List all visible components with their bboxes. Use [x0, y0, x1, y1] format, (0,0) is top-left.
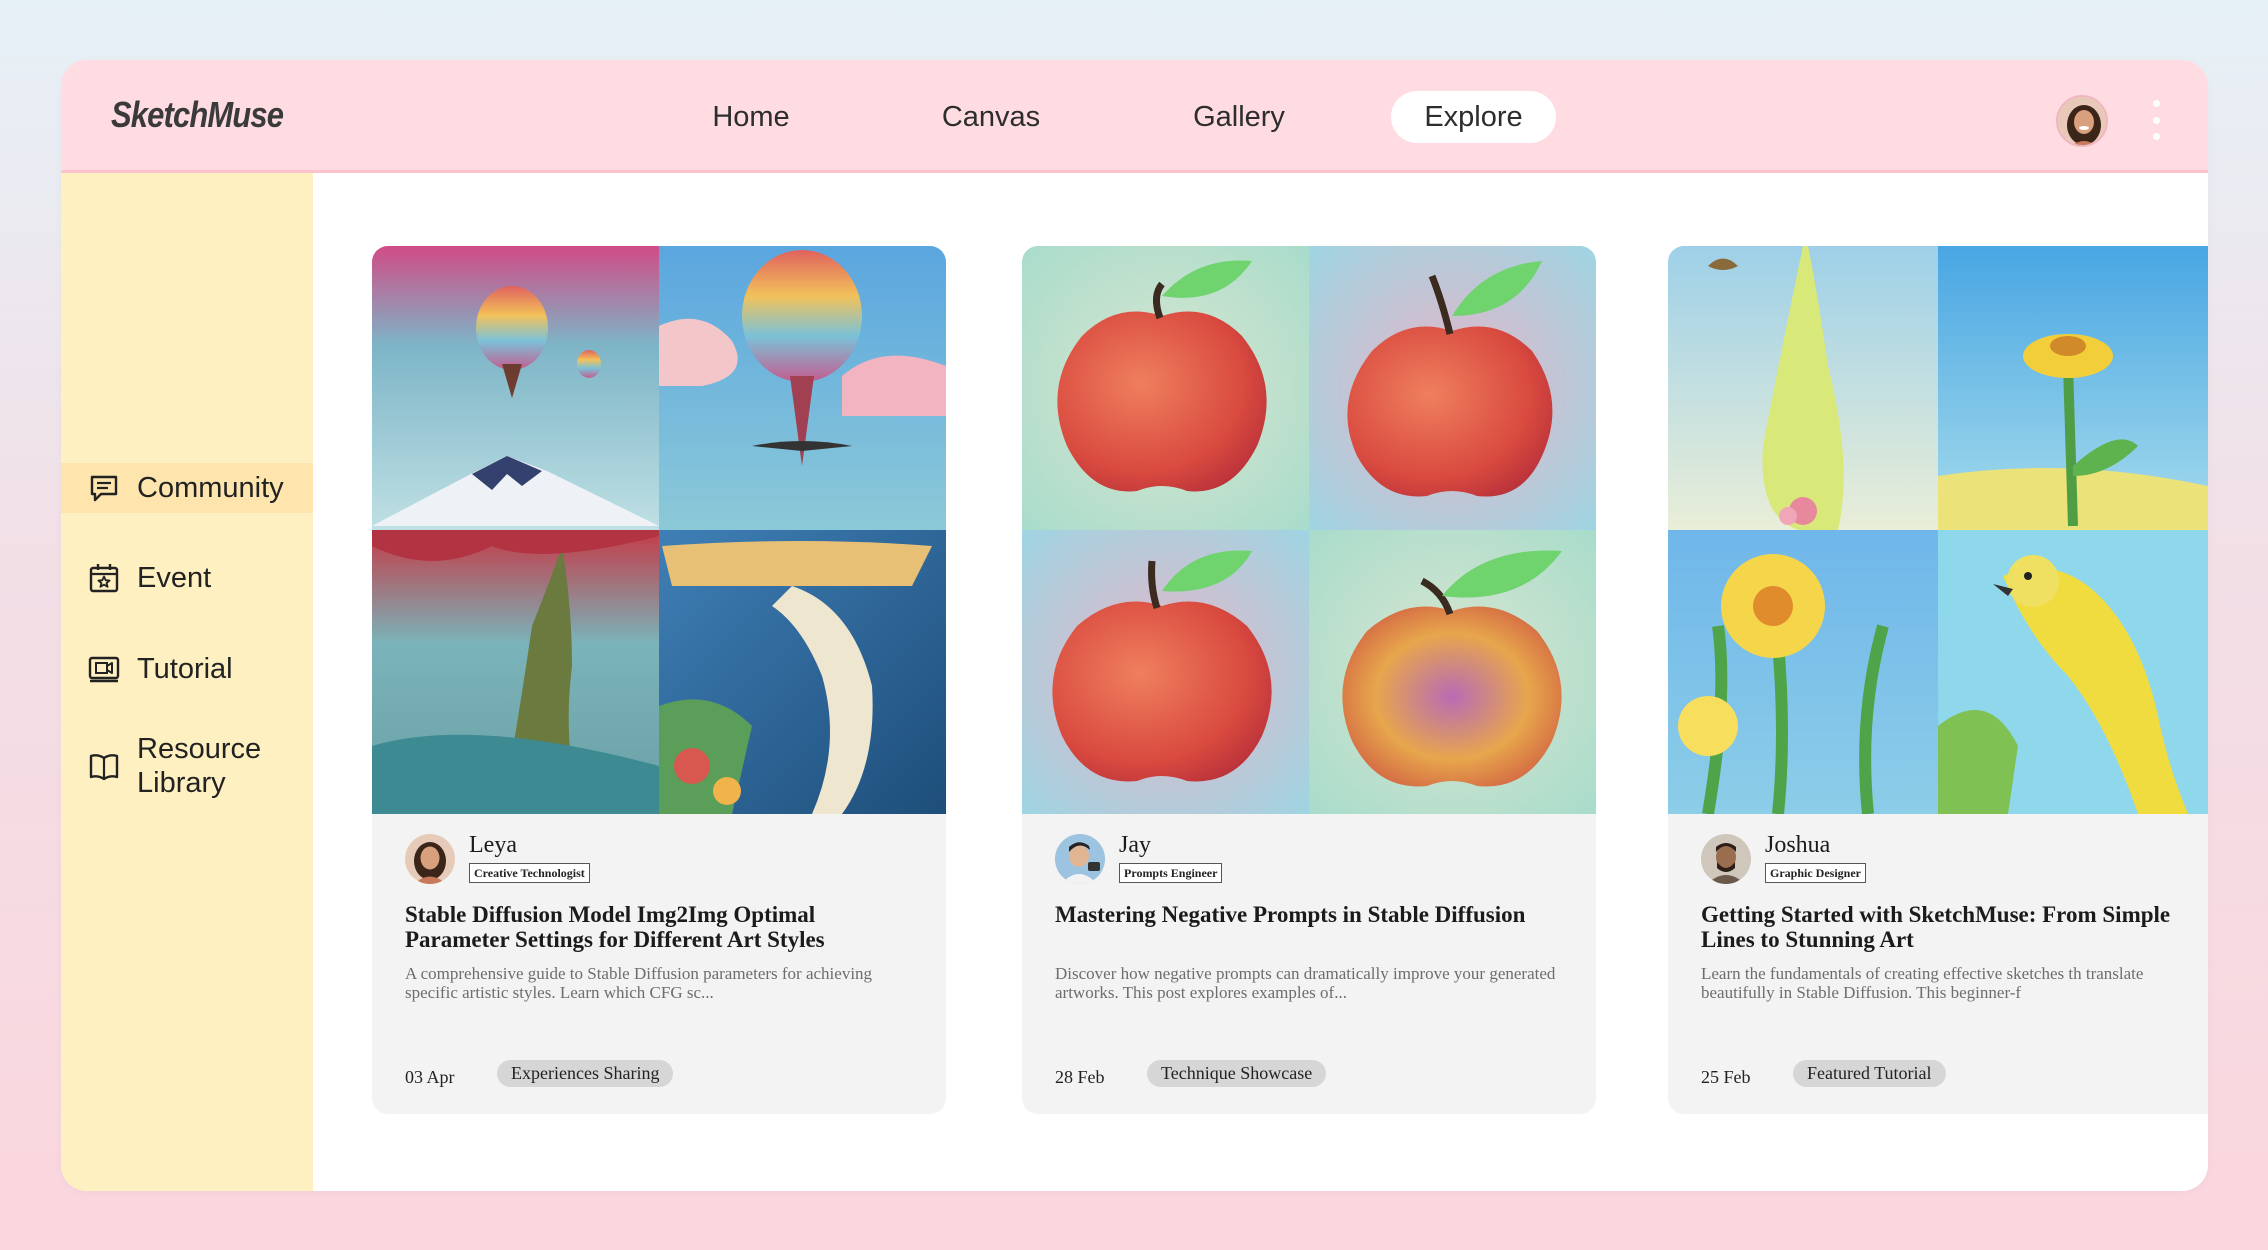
author-avatar[interactable] [1701, 834, 1751, 884]
sidebar-item-community[interactable]: Community [61, 463, 313, 513]
sidebar-item-label: Resource Library [137, 732, 261, 800]
nav-canvas[interactable]: Canvas [931, 91, 1051, 143]
sidebar-label-line: Resource [137, 733, 262, 765]
nav-home[interactable]: Home [701, 91, 801, 143]
post-title[interactable]: Mastering Negative Prompts in Stable Dif… [1055, 902, 1575, 927]
sidebar-item-label: Community [137, 472, 284, 504]
sidebar: Community Event Tutorial Resource Librar… [61, 173, 313, 1191]
sidebar-item-label: Event [137, 562, 212, 594]
post-artwork-apples[interactable] [1022, 246, 1596, 814]
post-tag[interactable]: Featured Tutorial [1793, 1060, 1946, 1087]
post-title[interactable]: Getting Started with SketchMuse: From Si… [1701, 902, 2208, 952]
more-options-icon[interactable] [2150, 100, 2162, 140]
video-icon [88, 656, 120, 683]
post-description: Discover how negative prompts can dramat… [1055, 964, 1556, 1002]
sidebar-item-label: Tutorial [137, 653, 233, 685]
calendar-star-icon [89, 564, 119, 593]
post-tag[interactable]: Technique Showcase [1147, 1060, 1327, 1087]
sidebar-item-event[interactable]: Event [61, 553, 313, 603]
post-card[interactable]: Jay Prompts Engineer Mastering Negative … [1022, 246, 1596, 1114]
author-role-badge: Prompts Engineer [1119, 863, 1223, 883]
author-name[interactable]: Joshua [1765, 832, 1830, 859]
post-artwork-surreal[interactable] [372, 246, 946, 814]
post-description: Learn the fundamentals of creating effec… [1701, 964, 2144, 1002]
author-role-badge: Creative Technologist [469, 863, 590, 883]
post-card[interactable]: Leya Creative Technologist Stable Diffus… [372, 246, 946, 1114]
nav-gallery[interactable]: Gallery [1179, 91, 1299, 143]
open-book-icon [89, 754, 119, 781]
author-name[interactable]: Leya [469, 832, 517, 859]
user-avatar[interactable] [2056, 95, 2108, 147]
post-artwork-flowers[interactable] [1668, 246, 2208, 814]
app-window: SketchMuse Home Canvas Gallery Explore C… [61, 60, 2208, 1191]
post-date: 28 Feb [1055, 1067, 1105, 1087]
chat-bubble-icon [90, 475, 118, 502]
top-navigation-bar: SketchMuse Home Canvas Gallery Explore [61, 60, 2208, 173]
author-avatar[interactable] [1055, 834, 1105, 884]
sidebar-label-line: Library [137, 767, 226, 799]
post-title[interactable]: Stable Diffusion Model Img2Img Optimal P… [405, 902, 925, 952]
app-logo[interactable]: SketchMuse [111, 94, 284, 136]
post-description: A comprehensive guide to Stable Diffusio… [405, 964, 873, 1002]
author-role-badge: Graphic Designer [1765, 863, 1866, 883]
author-name[interactable]: Jay [1119, 832, 1151, 859]
post-date: 03 Apr [405, 1067, 455, 1087]
post-tag[interactable]: Experiences Sharing [497, 1060, 674, 1087]
sidebar-item-tutorial[interactable]: Tutorial [61, 644, 313, 694]
post-card[interactable]: Joshua Graphic Designer Getting Started … [1668, 246, 2208, 1114]
post-date: 25 Feb [1701, 1067, 1751, 1087]
sidebar-item-resource-library[interactable]: Resource Library [61, 728, 313, 804]
author-avatar[interactable] [405, 834, 455, 884]
nav-explore[interactable]: Explore [1391, 91, 1556, 143]
